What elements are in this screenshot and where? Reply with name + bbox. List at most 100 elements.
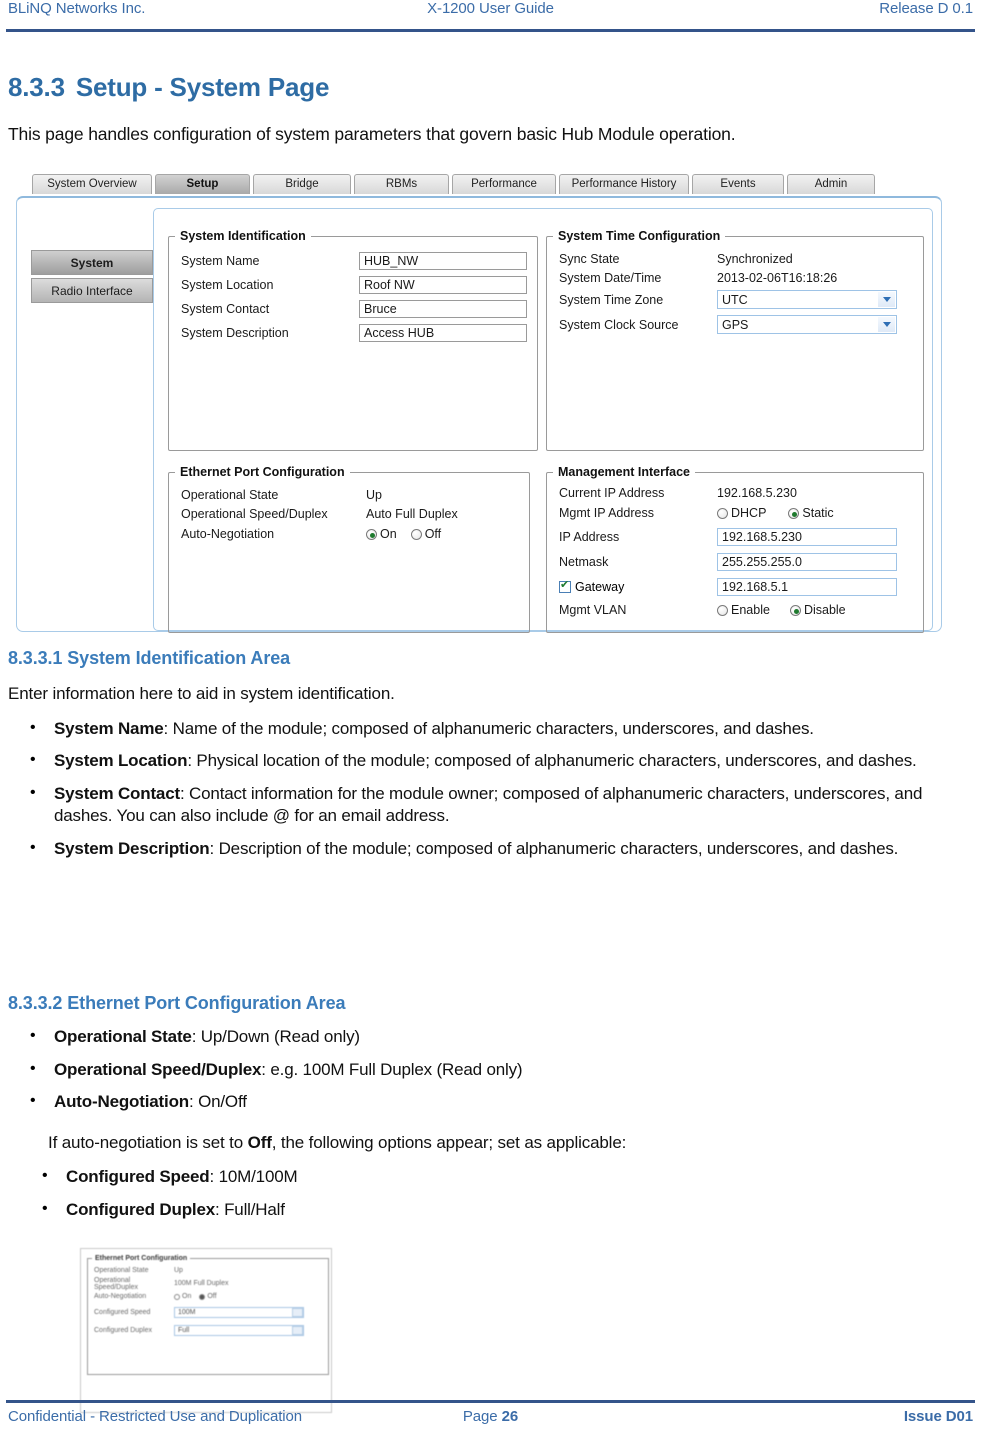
system-clocksource-select[interactable]: GPS [717, 315, 897, 334]
sidebar-item-radio-interface[interactable]: Radio Interface [31, 278, 153, 303]
subsection-8331-title: 8.3.3.1 System Identification Area [8, 648, 974, 669]
document-body: 8.3.3 Setup - System Page This page handl… [8, 40, 974, 145]
bullet-term: Operational Speed/Duplex [54, 1059, 262, 1079]
system-timezone-select[interactable]: UTC [717, 290, 897, 309]
system-datetime-row: System Date/Time 2013-02-06T16:18:26 [559, 268, 913, 287]
footer-confidentiality: Confidential - Restricted Use and Duplic… [8, 1408, 302, 1425]
configured-speed-label: Configured Speed [94, 1308, 151, 1316]
mgmt-ip-dhcp-radio[interactable]: DHCP [717, 506, 766, 520]
bullet-term: System Contact [54, 783, 180, 803]
ip-address-input[interactable]: 192.168.5.230 [717, 527, 897, 546]
bullet-term: Configured Speed [66, 1167, 210, 1187]
auto-negotiation-row-2: Auto-Negotiation On Off [88, 1290, 328, 1303]
sidebar-item-system[interactable]: System [31, 250, 153, 275]
tab-admin[interactable]: Admin [787, 174, 875, 194]
checkbox-icon [559, 579, 571, 593]
auto-negotiation-label-2: Auto-Negotiation [94, 1293, 147, 1300]
operational-state-label-2: Operational State [94, 1267, 149, 1274]
operational-state-label: Operational State [181, 487, 279, 502]
list-item: Operational Speed/Duplex: e.g. 100M Full… [8, 1058, 974, 1082]
auto-negotiation-options-list: Configured Speed: 10M/100M Configured Du… [8, 1165, 974, 1221]
mgmt-ip-static-radio[interactable]: Static [788, 506, 834, 520]
sync-state-row: Sync State Synchronized [559, 249, 913, 268]
system-time-configuration-panel: System Time Configuration Sync State Syn… [546, 229, 924, 451]
header-doc-title: X-1200 User Guide [427, 0, 554, 17]
ethernet-port-bullet-list: Operational State: Up/Down (Read only) O… [8, 1025, 974, 1114]
current-ip-row: Current IP Address 192.168.5.230 [559, 483, 913, 502]
auto-negotiation-on-radio[interactable]: On [366, 527, 397, 541]
tab-system-overview[interactable]: System Overview [32, 174, 152, 194]
tab-performance[interactable]: Performance [452, 174, 556, 194]
section-intro: This page handles configuration of syste… [8, 123, 736, 144]
work-area: System Identification System Name HUB_NW… [153, 208, 933, 633]
bullet-text: : On/Off [188, 1092, 247, 1112]
system-location-input[interactable]: Roof NW [359, 276, 527, 294]
operational-state-value-2: Up [174, 1267, 183, 1274]
configured-duplex-select[interactable]: Full [174, 1324, 304, 1336]
mgmt-vlan-disable-radio[interactable]: Disable [789, 603, 846, 617]
radio-icon [789, 604, 801, 616]
note-post: , the following options appear; set as a… [271, 1132, 627, 1152]
netmask-row: Netmask 255.255.255.0 [559, 549, 913, 574]
mgmt-ip-static-label: Static [802, 506, 834, 520]
chevron-down-icon[interactable] [292, 1325, 303, 1335]
ethernet-port-configuration-panel-2: Ethernet Port Configuration Operational … [87, 1255, 329, 1375]
auto-negotiation-off-label-2: Off [207, 1293, 217, 1300]
auto-negotiation-on-radio-2[interactable]: On [174, 1293, 191, 1300]
list-item: Auto-Negotiation: On/Off [8, 1090, 974, 1114]
header-divider [6, 29, 975, 32]
configured-speed-value: 100M [178, 1308, 196, 1316]
gateway-label: Gateway [575, 579, 625, 594]
configured-duplex-value: Full [178, 1326, 190, 1334]
bullet-text: : e.g. 100M Full Duplex (Read only) [261, 1059, 523, 1079]
section-number: 8.3.3 [8, 72, 65, 102]
mgmt-vlan-enable-radio[interactable]: Enable [717, 603, 770, 617]
system-name-input[interactable]: HUB_NW [359, 252, 527, 270]
radio-icon [199, 1293, 206, 1300]
note-pre: If auto-negotiation is set to [48, 1132, 248, 1152]
subsection-8332: 8.3.3.2 Ethernet Port Configuration Area… [8, 993, 974, 1222]
subsection-8332-title-text: Ethernet Port Configuration Area [67, 993, 346, 1013]
chevron-down-icon[interactable] [292, 1307, 303, 1317]
sync-state-value: Synchronized [717, 251, 793, 266]
gateway-checkbox[interactable]: Gateway [559, 579, 717, 594]
tab-rbms[interactable]: RBMs [354, 174, 449, 194]
chevron-down-icon[interactable] [878, 292, 895, 307]
header-company: BLiNQ Networks Inc. [8, 0, 146, 17]
ethernet-port-legend-2: Ethernet Port Configuration [95, 1255, 188, 1262]
operational-speed-label-2: Operational Speed/Duplex [94, 1276, 138, 1291]
system-description-label: System Description [181, 326, 289, 340]
auto-negotiation-row: Auto-Negotiation On Off [181, 523, 519, 545]
bullet-text: : 10M/100M [209, 1167, 298, 1187]
auto-negotiation-off-radio[interactable]: Off [410, 527, 441, 541]
auto-negotiation-on-label: On [380, 527, 397, 541]
footer-issue: Issue D01 [903, 1408, 973, 1425]
system-description-input[interactable]: Access HUB [359, 324, 527, 342]
netmask-input[interactable]: 255.255.255.0 [717, 552, 897, 571]
configured-duplex-label: Configured Duplex [94, 1326, 152, 1334]
system-timezone-value: UTC [722, 292, 748, 307]
mgmt-vlan-enable-label: Enable [731, 603, 770, 617]
system-timezone-label: System Time Zone [559, 292, 664, 307]
system-contact-input[interactable]: Bruce [359, 300, 527, 318]
auto-negotiation-off-radio-2[interactable]: Off [199, 1293, 217, 1300]
tab-bridge[interactable]: Bridge [253, 174, 351, 194]
bullet-term: Operational State [54, 1027, 192, 1046]
page-footer: Confidential - Restricted Use and Duplic… [0, 1408, 981, 1438]
operational-state-row-2: Operational State Up [88, 1264, 328, 1277]
tab-setup[interactable]: Setup [155, 174, 250, 194]
auto-negotiation-note: If auto-negotiation is set to Off, the f… [48, 1132, 974, 1155]
operational-state-row: Operational State Up [181, 485, 519, 504]
auto-negotiation-label: Auto-Negotiation [181, 527, 275, 541]
system-timezone-row: System Time Zone UTC [559, 287, 913, 312]
radio-icon [717, 604, 728, 616]
mgmt-ip-dhcp-label: DHCP [731, 506, 767, 520]
subsection-8332-number: 8.3.3.2 [8, 993, 63, 1013]
tab-performance-history[interactable]: Performance History [559, 174, 689, 194]
list-item: System Contact: Contact information for … [8, 782, 974, 828]
gateway-input[interactable]: 192.168.5.1 [717, 577, 897, 596]
chevron-down-icon[interactable] [878, 317, 895, 332]
tab-events[interactable]: Events [692, 174, 784, 194]
configured-speed-select[interactable]: 100M [174, 1306, 304, 1318]
system-time-legend: System Time Configuration [558, 229, 721, 243]
